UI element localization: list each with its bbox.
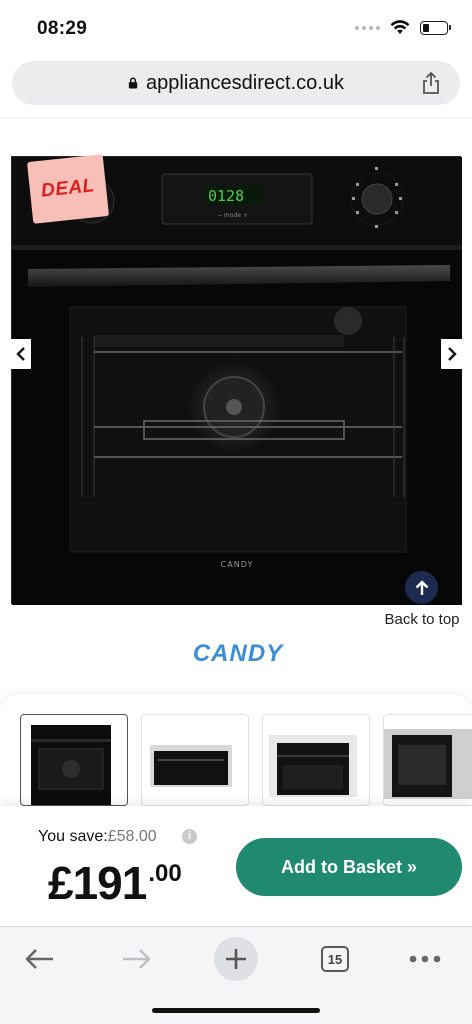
thumbnail-1[interactable] [20, 714, 128, 806]
thumbnail-strip [0, 694, 472, 806]
home-indicator [152, 1008, 320, 1013]
more-icon [409, 955, 441, 963]
oven-display: 0128 [208, 187, 244, 205]
status-icons [355, 20, 451, 35]
chevron-left-icon [15, 347, 25, 361]
thumbnail-3-image [269, 735, 357, 797]
price: £191.00 [48, 856, 182, 910]
add-to-basket-button[interactable]: Add to Basket » [236, 838, 462, 896]
new-tab-button[interactable] [214, 937, 258, 981]
thumbnail-3[interactable] [262, 714, 370, 806]
thumbnail-2[interactable] [141, 714, 249, 806]
oven-illustration: 0128 − mode + CANDY [12, 157, 462, 605]
arrow-right-icon [123, 949, 151, 969]
next-image-button[interactable] [441, 339, 462, 369]
price-main: £191 [48, 857, 147, 909]
header-divider [0, 117, 472, 118]
previous-image-button[interactable] [10, 339, 31, 369]
lock-icon [128, 77, 138, 89]
wifi-icon [390, 20, 410, 34]
share-icon[interactable] [420, 71, 442, 95]
purchase-bar: You save:£58.00 i £191.00 Add to Basket … [0, 806, 472, 926]
thumbnail-2-image [150, 745, 232, 787]
plus-icon [214, 937, 258, 981]
back-to-top-button[interactable] [405, 571, 438, 604]
you-save-amount: £58.00 [107, 828, 157, 845]
you-save-text: You save:£58.00 [38, 828, 157, 846]
candy-logo-text: CANDY [193, 640, 284, 667]
tabs-button[interactable]: 15 [313, 939, 357, 979]
forward-button[interactable] [115, 939, 159, 979]
info-icon[interactable]: i [182, 829, 197, 844]
page: 08:29 appliancesdirect.co.uk 0128 − mode… [0, 0, 472, 1024]
status-bar: 08:29 [0, 0, 472, 58]
svg-text:− mode +: − mode + [217, 212, 248, 219]
deal-badge: DEAL [26, 154, 110, 224]
cellular-signal-icon [355, 25, 380, 30]
status-time: 08:29 [37, 18, 88, 39]
arrow-left-icon [25, 949, 53, 969]
back-button[interactable] [17, 939, 61, 979]
back-to-top-label[interactable]: Back to top [384, 610, 460, 629]
address-bar[interactable]: appliancesdirect.co.uk [12, 61, 460, 105]
thumbnail-1-image [31, 725, 111, 805]
thumbnail-4-image [384, 729, 472, 799]
url-text: appliancesdirect.co.uk [146, 71, 344, 94]
more-button[interactable] [403, 939, 447, 979]
battery-icon [420, 20, 451, 35]
thumbnail-4[interactable] [383, 714, 472, 806]
arrow-up-icon [415, 579, 428, 595]
you-save-label: You save: [38, 828, 108, 845]
candy-logo[interactable]: CANDY [180, 636, 296, 668]
deal-badge-label: DEAL [40, 175, 96, 202]
product-image[interactable]: 0128 − mode + CANDY [11, 156, 462, 605]
chevron-right-icon [447, 347, 457, 361]
price-pence: .00 [148, 860, 182, 887]
oven-brand-text: CANDY [221, 560, 254, 569]
battery-level [423, 23, 429, 32]
tab-count: 15 [321, 946, 349, 972]
